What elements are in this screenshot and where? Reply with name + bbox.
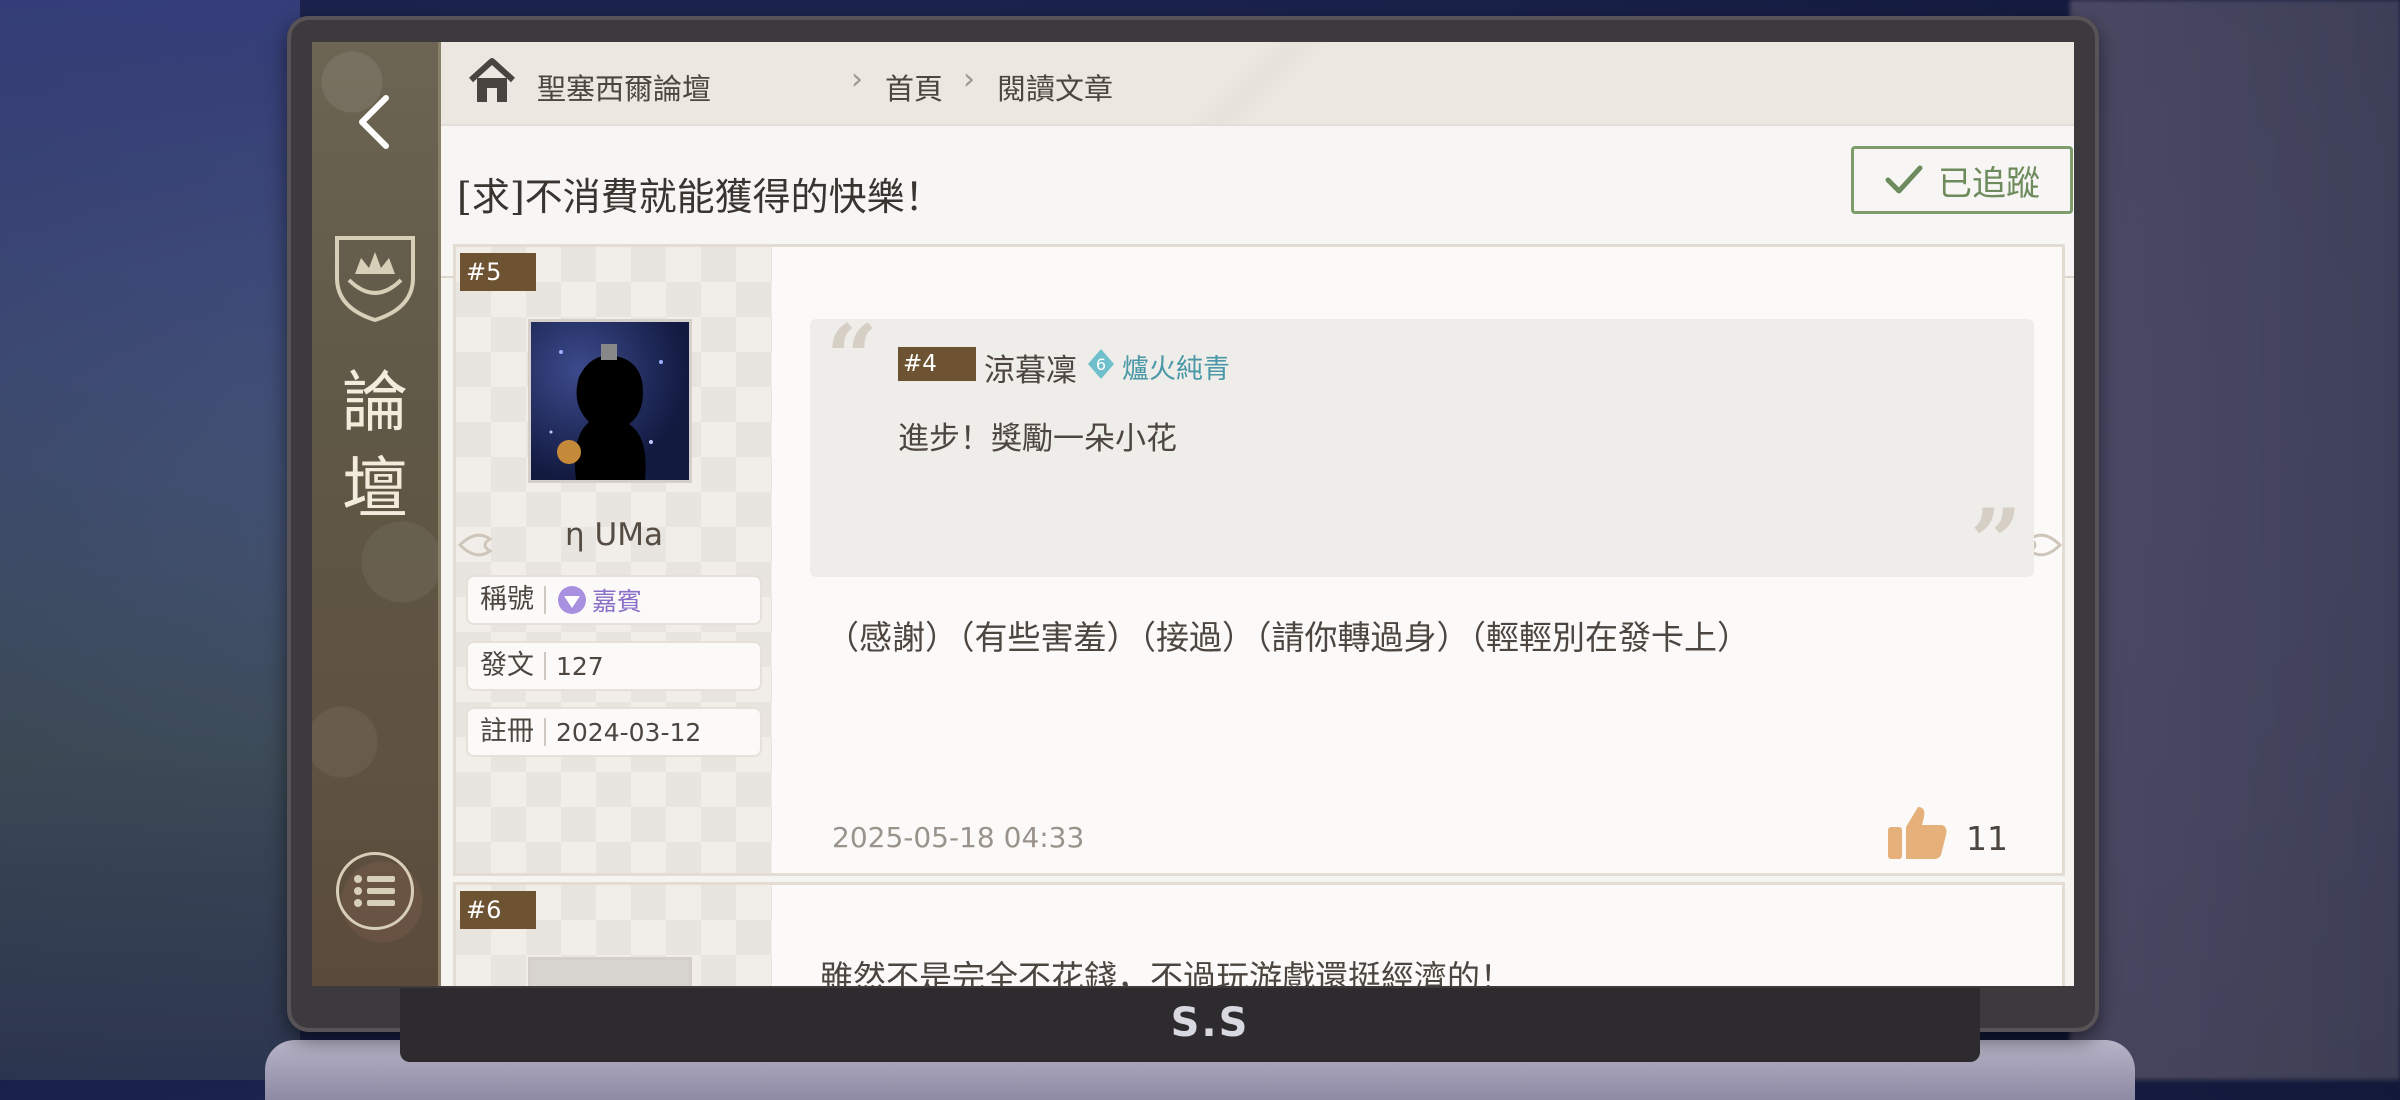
ornament-icon xyxy=(457,533,493,557)
post-item: #6 雖然不是完全不花錢，不過玩游戲還挺經濟的！ xyxy=(453,882,2065,986)
quote-floor-tag: #4 xyxy=(898,347,976,381)
post-author-panel: #5 η UMa 稱號 嘉賓 發文 127 註冊 2024-03-12 xyxy=(456,247,772,873)
quote-text: 進步！獎勵一朵小花 xyxy=(898,421,1177,457)
like-count: 11 xyxy=(1966,819,2008,858)
sidebar: 論 壇 xyxy=(312,42,441,986)
follow-button-label: 已追蹤 xyxy=(1938,163,2040,204)
sidebar-title-line2: 壇 xyxy=(342,450,408,527)
avatar[interactable] xyxy=(528,957,692,986)
quote-close-icon: ” xyxy=(1970,489,2022,595)
info-key: 發文 xyxy=(468,652,546,680)
quote-open-icon: “ xyxy=(826,305,878,411)
username[interactable]: η UMa xyxy=(456,517,772,553)
check-icon xyxy=(1885,165,1923,194)
forum-screen: 論 壇 聖塞西爾論壇 › 首頁 › 閱讀文章 [求]不消費就能獲得的快樂！ 已追… xyxy=(312,42,2074,986)
sidebar-title-line1: 論 xyxy=(342,364,408,441)
post-body: （感謝）（有些害羞）（接過）（請你轉過身）（輕輕別在發卡上） xyxy=(826,618,1750,657)
info-value: 2024-03-12 xyxy=(556,717,702,747)
info-row-registered: 註冊 2024-03-12 xyxy=(466,707,762,757)
breadcrumb: 聖塞西爾論壇 › 首頁 › 閱讀文章 xyxy=(441,42,2074,126)
follow-button[interactable]: 已追蹤 xyxy=(1851,146,2073,214)
floor-tag: #5 xyxy=(460,253,536,291)
info-key: 稱號 xyxy=(468,586,546,614)
breadcrumb-separator-icon: › xyxy=(963,62,975,97)
info-row-title: 稱號 嘉賓 xyxy=(466,575,762,625)
avatar[interactable] xyxy=(528,319,692,483)
info-key: 註冊 xyxy=(468,718,546,746)
avatar-silhouette-icon xyxy=(549,344,663,480)
crest-icon xyxy=(335,236,415,323)
sidebar-title: 論 壇 xyxy=(312,360,438,532)
background-right xyxy=(2070,0,2400,1080)
post-title: [求]不消費就能獲得的快樂！ xyxy=(457,175,943,219)
chevron-left-icon xyxy=(359,95,389,149)
breadcrumb-home[interactable]: 首頁 xyxy=(885,66,943,108)
back-button[interactable] xyxy=(334,82,414,162)
post-item: #5 η UMa 稱號 嘉賓 發文 127 註冊 2024-03-12 “ ” … xyxy=(453,244,2065,876)
quote-block: “ ” #4 涼暮凜 6 爐火純青 進步！獎勵一朵小花 xyxy=(810,305,2034,595)
post-body: 雖然不是完全不花錢，不過玩游戲還挺經濟的！ xyxy=(820,958,1513,986)
quote-author-title: 爐火純青 xyxy=(1122,354,1230,385)
thumbs-up-icon[interactable] xyxy=(1886,803,1948,861)
info-value: 嘉賓 xyxy=(592,587,643,616)
info-value: 127 xyxy=(556,651,604,681)
menu-button[interactable] xyxy=(336,852,414,930)
svg-text:6: 6 xyxy=(1096,355,1106,374)
quote-author[interactable]: 涼暮凜 xyxy=(984,345,1077,390)
level-badge-icon: 6 xyxy=(1088,349,1114,379)
gem-icon xyxy=(558,586,586,614)
list-icon xyxy=(354,875,395,907)
home-icon[interactable] xyxy=(467,58,517,104)
device-logo: S.S xyxy=(1170,1000,1250,1046)
post-author-panel: #6 xyxy=(456,885,772,986)
floor-tag: #6 xyxy=(460,891,536,929)
breadcrumb-current: 閱讀文章 xyxy=(997,72,1114,106)
breadcrumb-forum[interactable]: 聖塞西爾論壇 xyxy=(537,66,711,108)
info-row-posts: 發文 127 xyxy=(466,641,762,691)
post-timestamp: 2025-05-18 04:33 xyxy=(832,821,1085,854)
background-left xyxy=(0,0,300,1080)
breadcrumb-separator-icon: › xyxy=(851,62,863,97)
